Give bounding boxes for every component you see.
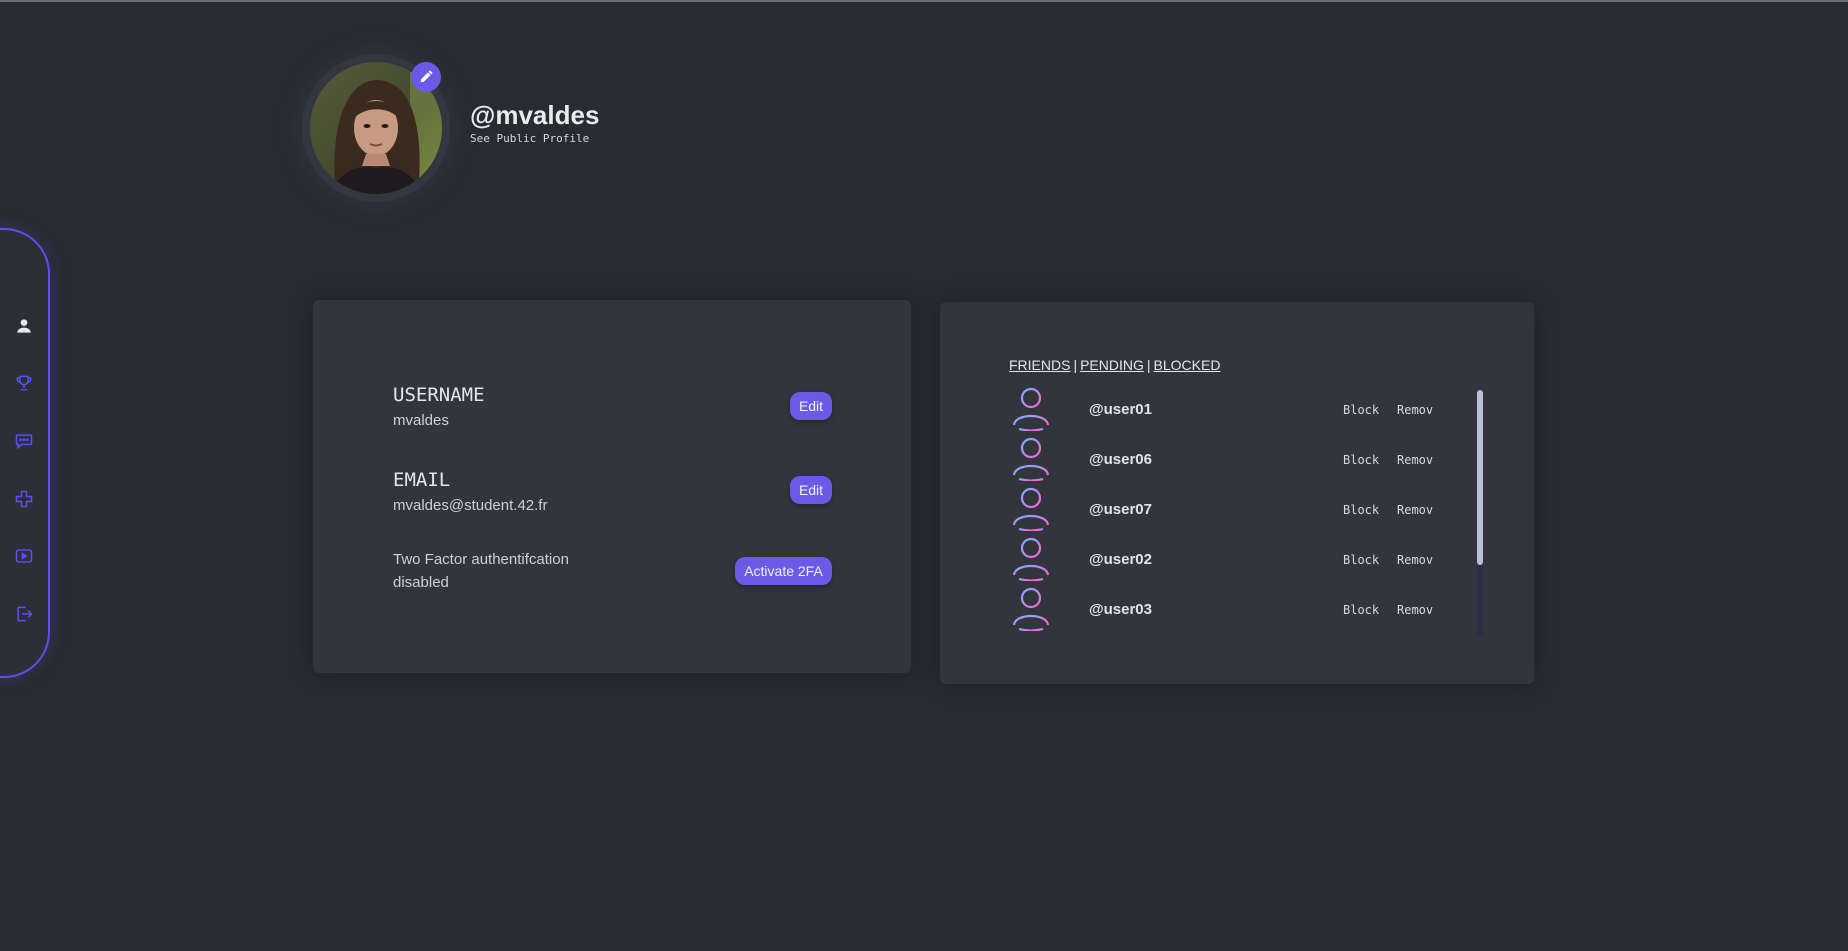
profile-avatar-frame xyxy=(302,54,450,202)
logout-icon xyxy=(17,606,33,622)
remove-button[interactable]: Remove xyxy=(1397,553,1433,567)
list-item: @user03 Block Remove xyxy=(1009,585,1433,635)
two-factor-state: disabled xyxy=(393,574,449,591)
friend-username[interactable]: @user02 xyxy=(1089,551,1152,568)
block-button[interactable]: Block xyxy=(1343,503,1379,517)
remove-button[interactable]: Remove xyxy=(1397,603,1433,617)
username-label: USERNAME xyxy=(393,384,485,406)
remove-button[interactable]: Remove xyxy=(1397,453,1433,467)
play-video-icon xyxy=(15,549,33,563)
two-factor-status: Two Factor authentifcation disabled xyxy=(393,548,569,594)
chat-bubble-icon xyxy=(15,434,33,450)
email-label: EMAIL xyxy=(393,469,451,491)
nav-leaderboard[interactable] xyxy=(13,372,35,394)
list-item: @user02 Block Remove xyxy=(1009,535,1433,585)
list-item: @user06 Block Remove xyxy=(1009,435,1433,485)
list-item: @user01 Block Remove xyxy=(1009,385,1433,435)
nav-logout[interactable] xyxy=(13,603,35,625)
block-button[interactable]: Block xyxy=(1343,553,1379,567)
friends-tabs: FRIENDS | PENDING | BLOCKED xyxy=(1009,357,1220,373)
user-avatar-icon xyxy=(1012,487,1050,531)
nav-chat[interactable] xyxy=(13,430,35,452)
email-value: mvaldes@student.42.fr xyxy=(393,497,548,514)
person-icon xyxy=(17,319,31,333)
nav-profile[interactable] xyxy=(13,315,35,337)
pencil-icon xyxy=(420,70,433,83)
edit-username-button[interactable]: Edit xyxy=(790,392,832,420)
nav-watch[interactable] xyxy=(13,545,35,567)
two-factor-title: Two Factor authentifcation xyxy=(393,551,569,568)
tab-separator: | xyxy=(1146,357,1151,373)
username-value: mvaldes xyxy=(393,412,449,429)
trophy-icon xyxy=(16,375,32,391)
remove-button[interactable]: Remove xyxy=(1397,403,1433,417)
account-settings-panel: USERNAME mvaldes Edit EMAIL mvaldes@stud… xyxy=(313,300,911,673)
profile-handle: @mvaldes xyxy=(470,100,600,130)
user-avatar-icon xyxy=(1012,437,1050,481)
friend-username[interactable]: @user03 xyxy=(1089,601,1152,618)
user-avatar-icon xyxy=(1012,587,1050,631)
user-avatar-icon xyxy=(1012,387,1050,431)
edit-email-button[interactable]: Edit xyxy=(790,476,832,504)
gamepad-cross-icon xyxy=(15,490,33,508)
friend-username[interactable]: @user07 xyxy=(1089,501,1152,518)
remove-button[interactable]: Remove xyxy=(1397,503,1433,517)
nav-play[interactable] xyxy=(13,488,35,510)
sidebar xyxy=(0,228,50,678)
see-public-profile-link[interactable]: See Public Profile xyxy=(470,132,589,145)
scrollbar-thumb[interactable] xyxy=(1477,390,1483,565)
list-item: @user07 Block Remove xyxy=(1009,485,1433,535)
tab-blocked[interactable]: BLOCKED xyxy=(1154,357,1221,373)
user-avatar-icon xyxy=(1012,537,1050,581)
block-button[interactable]: Block xyxy=(1343,453,1379,467)
block-button[interactable]: Block xyxy=(1343,603,1379,617)
friend-list: @user01 Block Remove @user06 Block Remov… xyxy=(1009,385,1433,635)
friend-username[interactable]: @user06 xyxy=(1089,451,1152,468)
block-button[interactable]: Block xyxy=(1343,403,1379,417)
friends-panel: FRIENDS | PENDING | BLOCKED @user01 Bloc… xyxy=(940,302,1534,684)
tab-friends[interactable]: FRIENDS xyxy=(1009,357,1070,373)
friend-username[interactable]: @user01 xyxy=(1089,401,1152,418)
tab-pending[interactable]: PENDING xyxy=(1080,357,1144,373)
edit-avatar-button[interactable] xyxy=(411,62,441,92)
tab-separator: | xyxy=(1073,357,1078,373)
activate-2fa-button[interactable]: Activate 2FA xyxy=(735,557,832,585)
